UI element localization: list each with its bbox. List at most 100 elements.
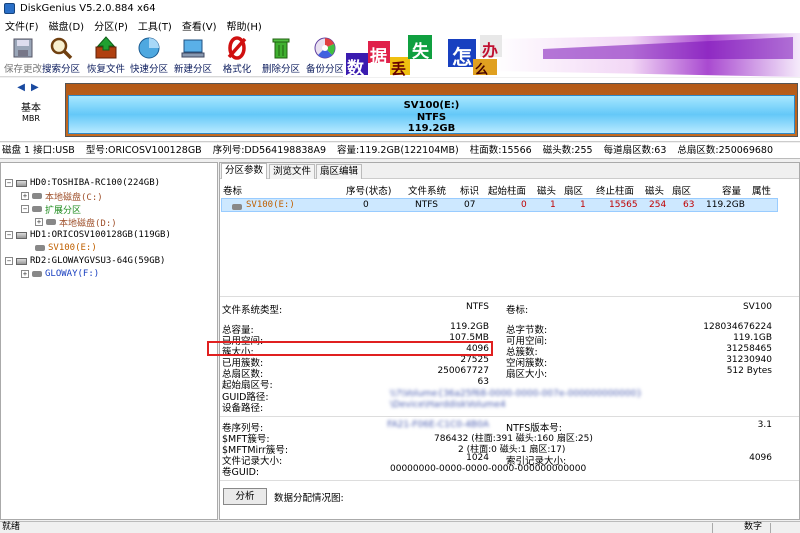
expand-icon[interactable]: + <box>21 270 29 278</box>
tab-sector-editor[interactable]: 扇区编辑 <box>316 164 363 179</box>
tree-extended-partition[interactable]: − 扩展分区 <box>21 203 81 216</box>
tree-label: 本地磁盘(C:) <box>45 192 103 203</box>
delete-partition-button[interactable]: 删除分区 <box>258 35 304 75</box>
recover-file-icon <box>93 35 119 61</box>
volume-guid-label: 卷GUID: <box>222 467 260 478</box>
volume-serial-value: FA21-F06E-C1C0-4B0A <box>387 420 489 430</box>
column-header-start-cyl[interactable]: 起始柱面 <box>488 183 526 197</box>
delete-partition-icon <box>268 35 294 61</box>
recover-file-button[interactable]: 恢复文件 <box>83 35 129 75</box>
column-header-size[interactable]: 容量 <box>722 183 741 197</box>
collapse-icon[interactable]: − <box>5 231 13 239</box>
hard-disk-icon <box>16 231 27 239</box>
row-start-head: 1 <box>550 200 556 210</box>
tree-label: 本地磁盘(D:) <box>59 218 117 229</box>
tree-volume-c[interactable]: + 本地磁盘(C:) <box>21 190 103 203</box>
partition-block-e[interactable]: SV100(E:) NTFS 119.2GB <box>68 95 795 134</box>
quick-partition-icon <box>136 35 162 61</box>
disk-info-serial: 序列号:DD564198838A9 <box>212 145 327 156</box>
analyze-button[interactable]: 分析 <box>223 488 267 505</box>
device-path-label: 设备路径: <box>222 403 264 414</box>
column-header-start-head[interactable]: 磁头 <box>537 183 556 197</box>
column-header-label[interactable]: 卷标 <box>223 183 242 197</box>
quick-partition-button[interactable]: 快速分区 <box>126 35 172 75</box>
disk-info-capacity: 容量:119.2GB(122104MB) <box>337 145 459 156</box>
menu-view[interactable]: 查看(V) <box>177 18 222 33</box>
sector-size-label: 扇区大小: <box>506 369 548 380</box>
partition-block-size: 119.2GB <box>407 123 456 134</box>
partition-bar[interactable]: SV100(E:) NTFS 119.2GB <box>65 83 798 137</box>
menu-partition[interactable]: 分区(P) <box>89 18 133 33</box>
disk-info-sectors-per-track: 每道扇区数:63 <box>603 145 667 156</box>
status-text: 就绪 <box>2 522 21 532</box>
new-partition-button[interactable]: 新建分区 <box>170 35 216 75</box>
volume-icon <box>32 206 42 212</box>
disk-nav-arrows-icon[interactable]: ◀▶ <box>6 82 56 93</box>
free-space-value: 119.1GB <box>733 333 772 343</box>
total-sectors-value: 250067727 <box>437 366 489 376</box>
divider <box>770 523 771 533</box>
menu-file[interactable]: 文件(F) <box>0 18 44 33</box>
app-logo-icon <box>4 3 15 14</box>
tab-browse-files[interactable]: 浏览文件 <box>269 164 316 179</box>
backup-partition-button[interactable]: 备份分区 <box>302 35 348 75</box>
menu-bar: 文件(F) 磁盘(D) 分区(P) 工具(T) 查看(V) 帮助(H) <box>0 17 800 33</box>
tab-partition-params[interactable]: 分区参数 <box>221 163 268 179</box>
tree-label: SV100(E:) <box>48 243 97 253</box>
disk-info-model: 型号:ORICOSV100128GB <box>85 145 202 156</box>
volume-icon <box>46 219 56 225</box>
search-partition-button[interactable]: 搜索分区 <box>38 35 84 75</box>
column-header-index[interactable]: 序号(状态) <box>346 183 391 197</box>
column-header-end-head[interactable]: 磁头 <box>645 183 664 197</box>
column-header-id[interactable]: 标识 <box>460 183 479 197</box>
collapse-icon[interactable]: − <box>21 205 29 213</box>
allocation-map-label: 数据分配情况图: <box>274 493 344 504</box>
menu-tools[interactable]: 工具(T) <box>133 18 177 33</box>
column-header-end-sector[interactable]: 扇区 <box>672 183 691 197</box>
tree-disk-hd0[interactable]: − HD0:TOSHIBA-RC100(224GB) <box>5 177 160 189</box>
window-title: DiskGenius V5.2.0.884 x64 <box>20 3 156 14</box>
tab-bar: 分区参数 浏览文件 扇区编辑 <box>220 163 799 179</box>
row-end-cyl: 15565 <box>609 200 638 210</box>
partition-style-label: 基本 <box>21 103 41 114</box>
format-icon <box>224 35 250 61</box>
volume-icon <box>232 204 242 210</box>
menu-disk[interactable]: 磁盘(D) <box>44 18 90 33</box>
ad-banner[interactable]: 数 据 丢 失 怎 么 办 <box>343 33 800 77</box>
row-label: SV100(E:) <box>246 200 295 210</box>
banner-char-3: 丢 <box>391 60 407 77</box>
divider <box>220 296 799 297</box>
disk-info-bar: 磁盘 1 接口:USB 型号:ORICOSV100128GB 序列号:DD564… <box>0 143 800 159</box>
partition-block-name: SV100(E:) <box>403 100 460 111</box>
tree-disk-hd1[interactable]: − HD1:ORICOSV100128GB(119GB) <box>5 229 171 241</box>
column-header-attr[interactable]: 属性 <box>752 183 771 197</box>
device-path-value: \Device\HarddiskVolume4 <box>390 400 506 410</box>
tree-disk-rd2[interactable]: − RD2:GLOWAYGVSU3-64G(59GB) <box>5 255 165 267</box>
row-end-head: 254 <box>649 200 667 210</box>
tree-volume-e[interactable]: SV100(E:) <box>35 242 97 254</box>
column-header-start-sector[interactable]: 扇区 <box>564 183 583 197</box>
expand-icon[interactable]: + <box>35 218 43 226</box>
disk-info-cylinders: 柱面数:15566 <box>469 145 532 156</box>
divider <box>220 416 799 417</box>
status-bar: 就绪 数字 <box>0 521 800 533</box>
tree-volume-d[interactable]: + 本地磁盘(D:) <box>35 216 117 229</box>
collapse-icon[interactable]: − <box>5 257 13 265</box>
collapse-icon[interactable]: − <box>5 179 13 187</box>
format-button[interactable]: 格式化 <box>214 35 260 75</box>
disk-tree: − HD0:TOSHIBA-RC100(224GB) + 本地磁盘(C:) − … <box>0 162 218 520</box>
tree-volume-f[interactable]: + GLOWAY(F:) <box>21 268 99 280</box>
row-start-cyl: 0 <box>521 200 527 210</box>
free-clusters-value: 31230940 <box>726 355 772 365</box>
volume-guid-value: 00000000-0000-0000-0000-000000000000 <box>390 464 587 474</box>
volume-icon <box>32 193 42 199</box>
column-header-fs[interactable]: 文件系统 <box>408 183 446 197</box>
sector-size-value: 512 Bytes <box>726 366 772 376</box>
column-header-end-cyl[interactable]: 终止柱面 <box>596 183 634 197</box>
row-end-sector: 63 <box>683 200 695 210</box>
expand-icon[interactable]: + <box>21 192 29 200</box>
menu-help[interactable]: 帮助(H) <box>222 18 267 33</box>
row-size: 119.2GB <box>706 200 745 210</box>
divider <box>712 523 713 533</box>
tree-label: HD0:TOSHIBA-RC100(224GB) <box>30 178 161 188</box>
